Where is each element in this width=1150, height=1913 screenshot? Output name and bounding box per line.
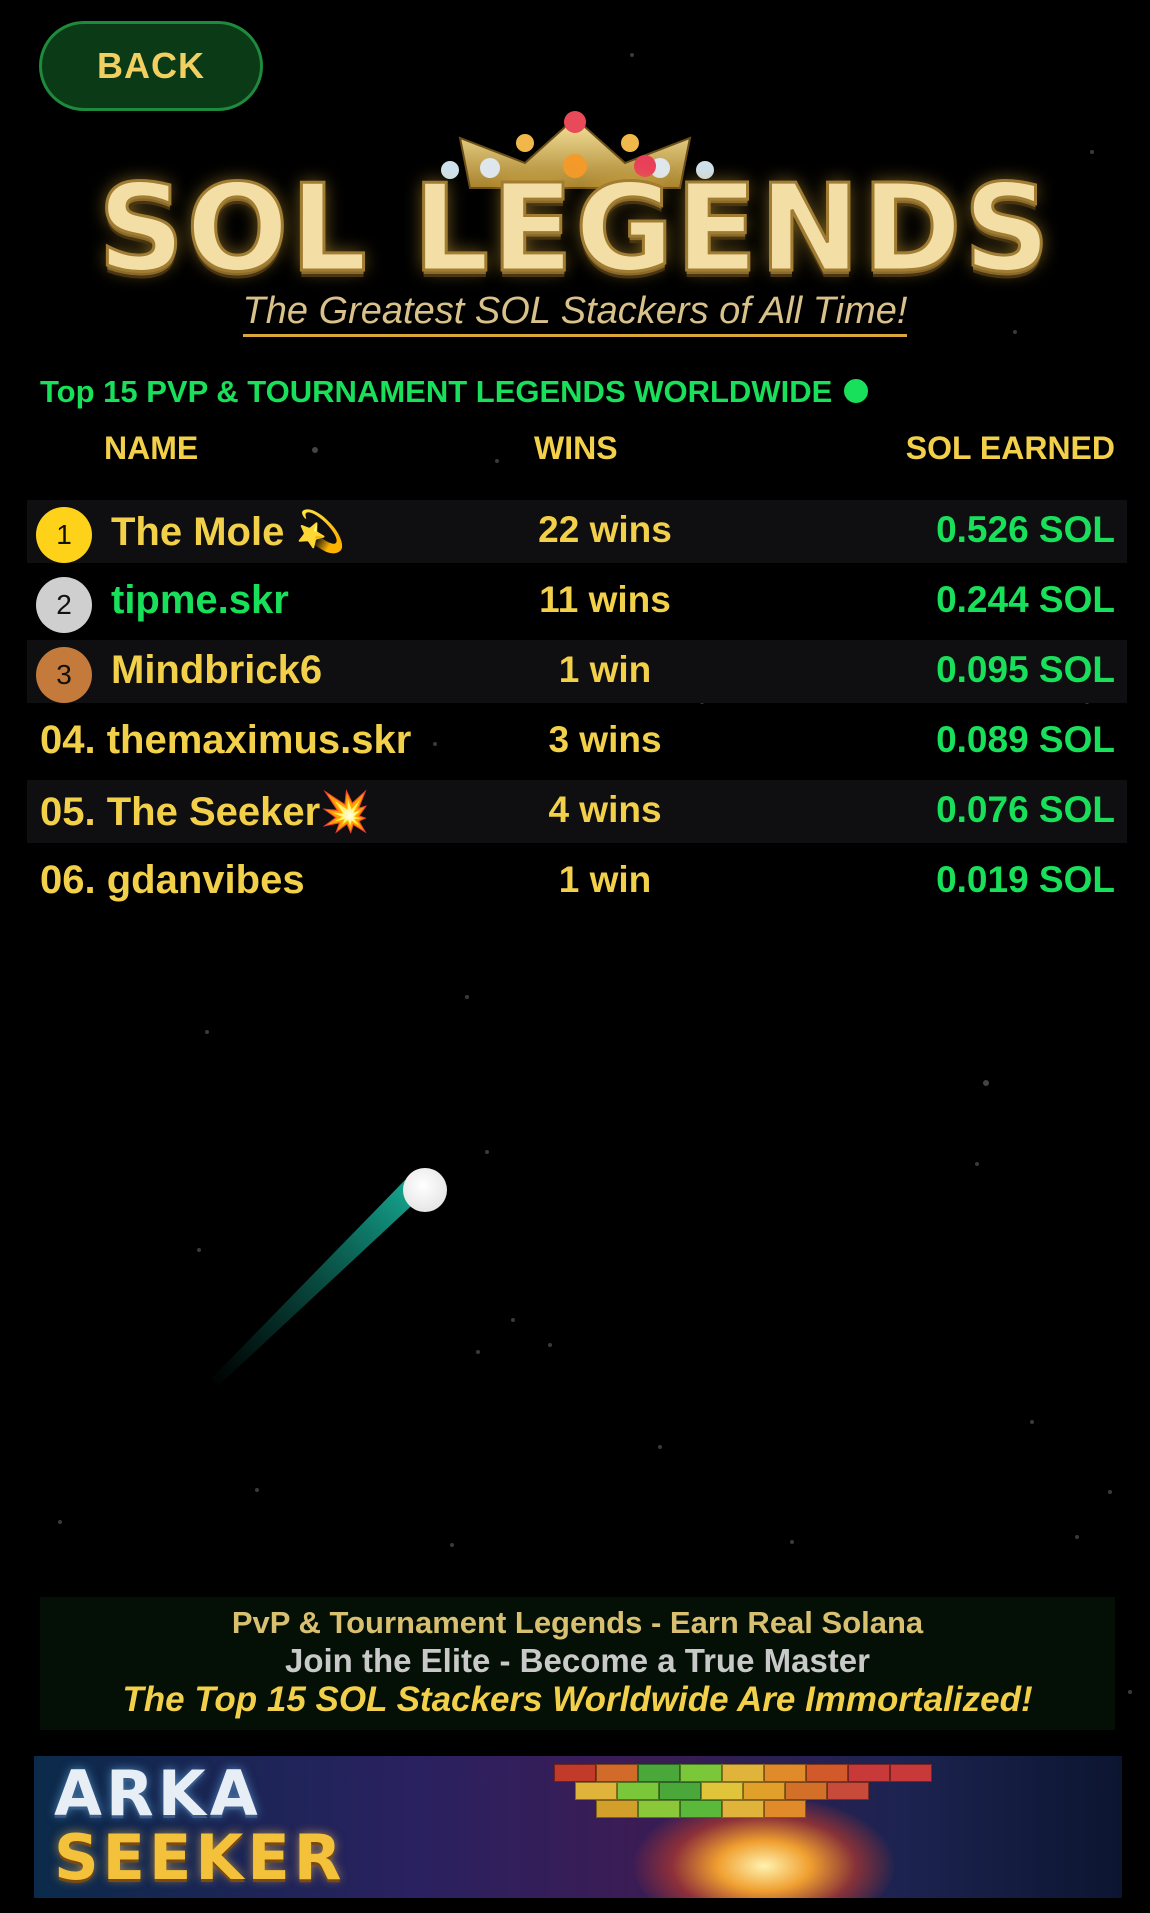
- logo-subtitle: The Greatest SOL Stackers of All Time!: [0, 290, 1150, 337]
- player-wins: 3 wins: [548, 719, 662, 760]
- promo-line-2: Join the Elite - Become a True Master: [284, 1642, 870, 1679]
- leaderboard-row: 1 The Mole 💫 22 wins 0.526 SOL: [27, 500, 1127, 563]
- leaderboard-row: 2 tipme.skr 11 wins 0.244 SOL: [27, 570, 1127, 633]
- live-indicator-icon: [844, 378, 869, 403]
- player-name: The Seeker💥: [106, 790, 370, 834]
- player-wins: 11 wins: [539, 579, 671, 620]
- banner-title: ARKA SEEKER: [54, 1762, 346, 1890]
- player-wins: 1 win: [558, 649, 652, 690]
- arka-seeker-banner[interactable]: ARKA SEEKER: [34, 1756, 1122, 1898]
- player-rank-name: 04. themaximus.skr: [40, 718, 411, 763]
- player-sol-earned: 0.095 SOL: [936, 649, 1115, 690]
- column-header-wins: WINS: [534, 430, 618, 466]
- player-sol-earned: 0.089 SOL: [936, 719, 1115, 760]
- player-wins: 1 win: [558, 859, 652, 900]
- player-rank: 04.: [40, 718, 96, 762]
- leaderboard-row: 04. themaximus.skr 3 wins 0.089 SOL: [27, 710, 1127, 773]
- silver-medal-icon: 2: [36, 577, 92, 633]
- player-name: The Mole 💫: [111, 510, 346, 554]
- player-sol-earned: 0.019 SOL: [936, 859, 1115, 900]
- leaderboard-table: 1 The Mole 💫 22 wins 0.526 SOL 2 tipme.s…: [27, 500, 1127, 920]
- leaderboard-row: 06. gdanvibes 1 win 0.019 SOL: [27, 850, 1127, 913]
- player-rank-name: 05. The Seeker💥: [40, 788, 370, 835]
- player-wins: 22 wins: [538, 509, 672, 550]
- promo-line-3: The Top 15 SOL Stackers Worldwide Are Im…: [122, 1680, 1033, 1719]
- player-sol-earned: 0.526 SOL: [936, 509, 1115, 550]
- comet-ball-icon: [210, 1168, 447, 1386]
- banner-title-line-2: SEEKER: [54, 1821, 346, 1894]
- banner-title-line-1: ARKA: [54, 1757, 262, 1830]
- back-button[interactable]: BACK: [39, 21, 263, 111]
- logo-subtitle-text: The Greatest SOL Stackers of All Time!: [242, 290, 908, 337]
- player-rank-name: 06. gdanvibes: [40, 858, 305, 903]
- column-header-name: NAME: [104, 430, 199, 466]
- leaderboard-row: 05. The Seeker💥 4 wins 0.076 SOL: [27, 780, 1127, 843]
- player-sol-earned: 0.244 SOL: [936, 579, 1115, 620]
- player-wins: 4 wins: [548, 789, 662, 830]
- leaderboard-row: 3 Mindbrick6 1 win 0.095 SOL: [27, 640, 1127, 703]
- logo-title: SOL LEGENDS: [96, 159, 1053, 301]
- promo-line-1: PvP & Tournament Legends - Earn Real Sol…: [231, 1605, 924, 1640]
- player-name: tipme.skr: [111, 578, 289, 622]
- gold-medal-icon: 1: [36, 507, 92, 563]
- promo-panel: PvP & Tournament Legends - Earn Real Sol…: [40, 1597, 1115, 1730]
- leaderboard-heading: Top 15 PVP & TOURNAMENT LEGENDS WORLDWID…: [40, 374, 869, 410]
- leaderboard-heading-text: Top 15 PVP & TOURNAMENT LEGENDS WORLDWID…: [40, 374, 833, 409]
- player-rank: 05.: [40, 790, 96, 834]
- player-name: gdanvibes: [106, 858, 305, 902]
- player-name: Mindbrick6: [111, 648, 323, 692]
- column-header-sol: SOL EARNED: [905, 430, 1115, 466]
- player-rank: 06.: [40, 858, 96, 902]
- player-name: themaximus.skr: [106, 718, 412, 762]
- bronze-medal-icon: 3: [36, 647, 92, 703]
- player-sol-earned: 0.076 SOL: [936, 789, 1115, 830]
